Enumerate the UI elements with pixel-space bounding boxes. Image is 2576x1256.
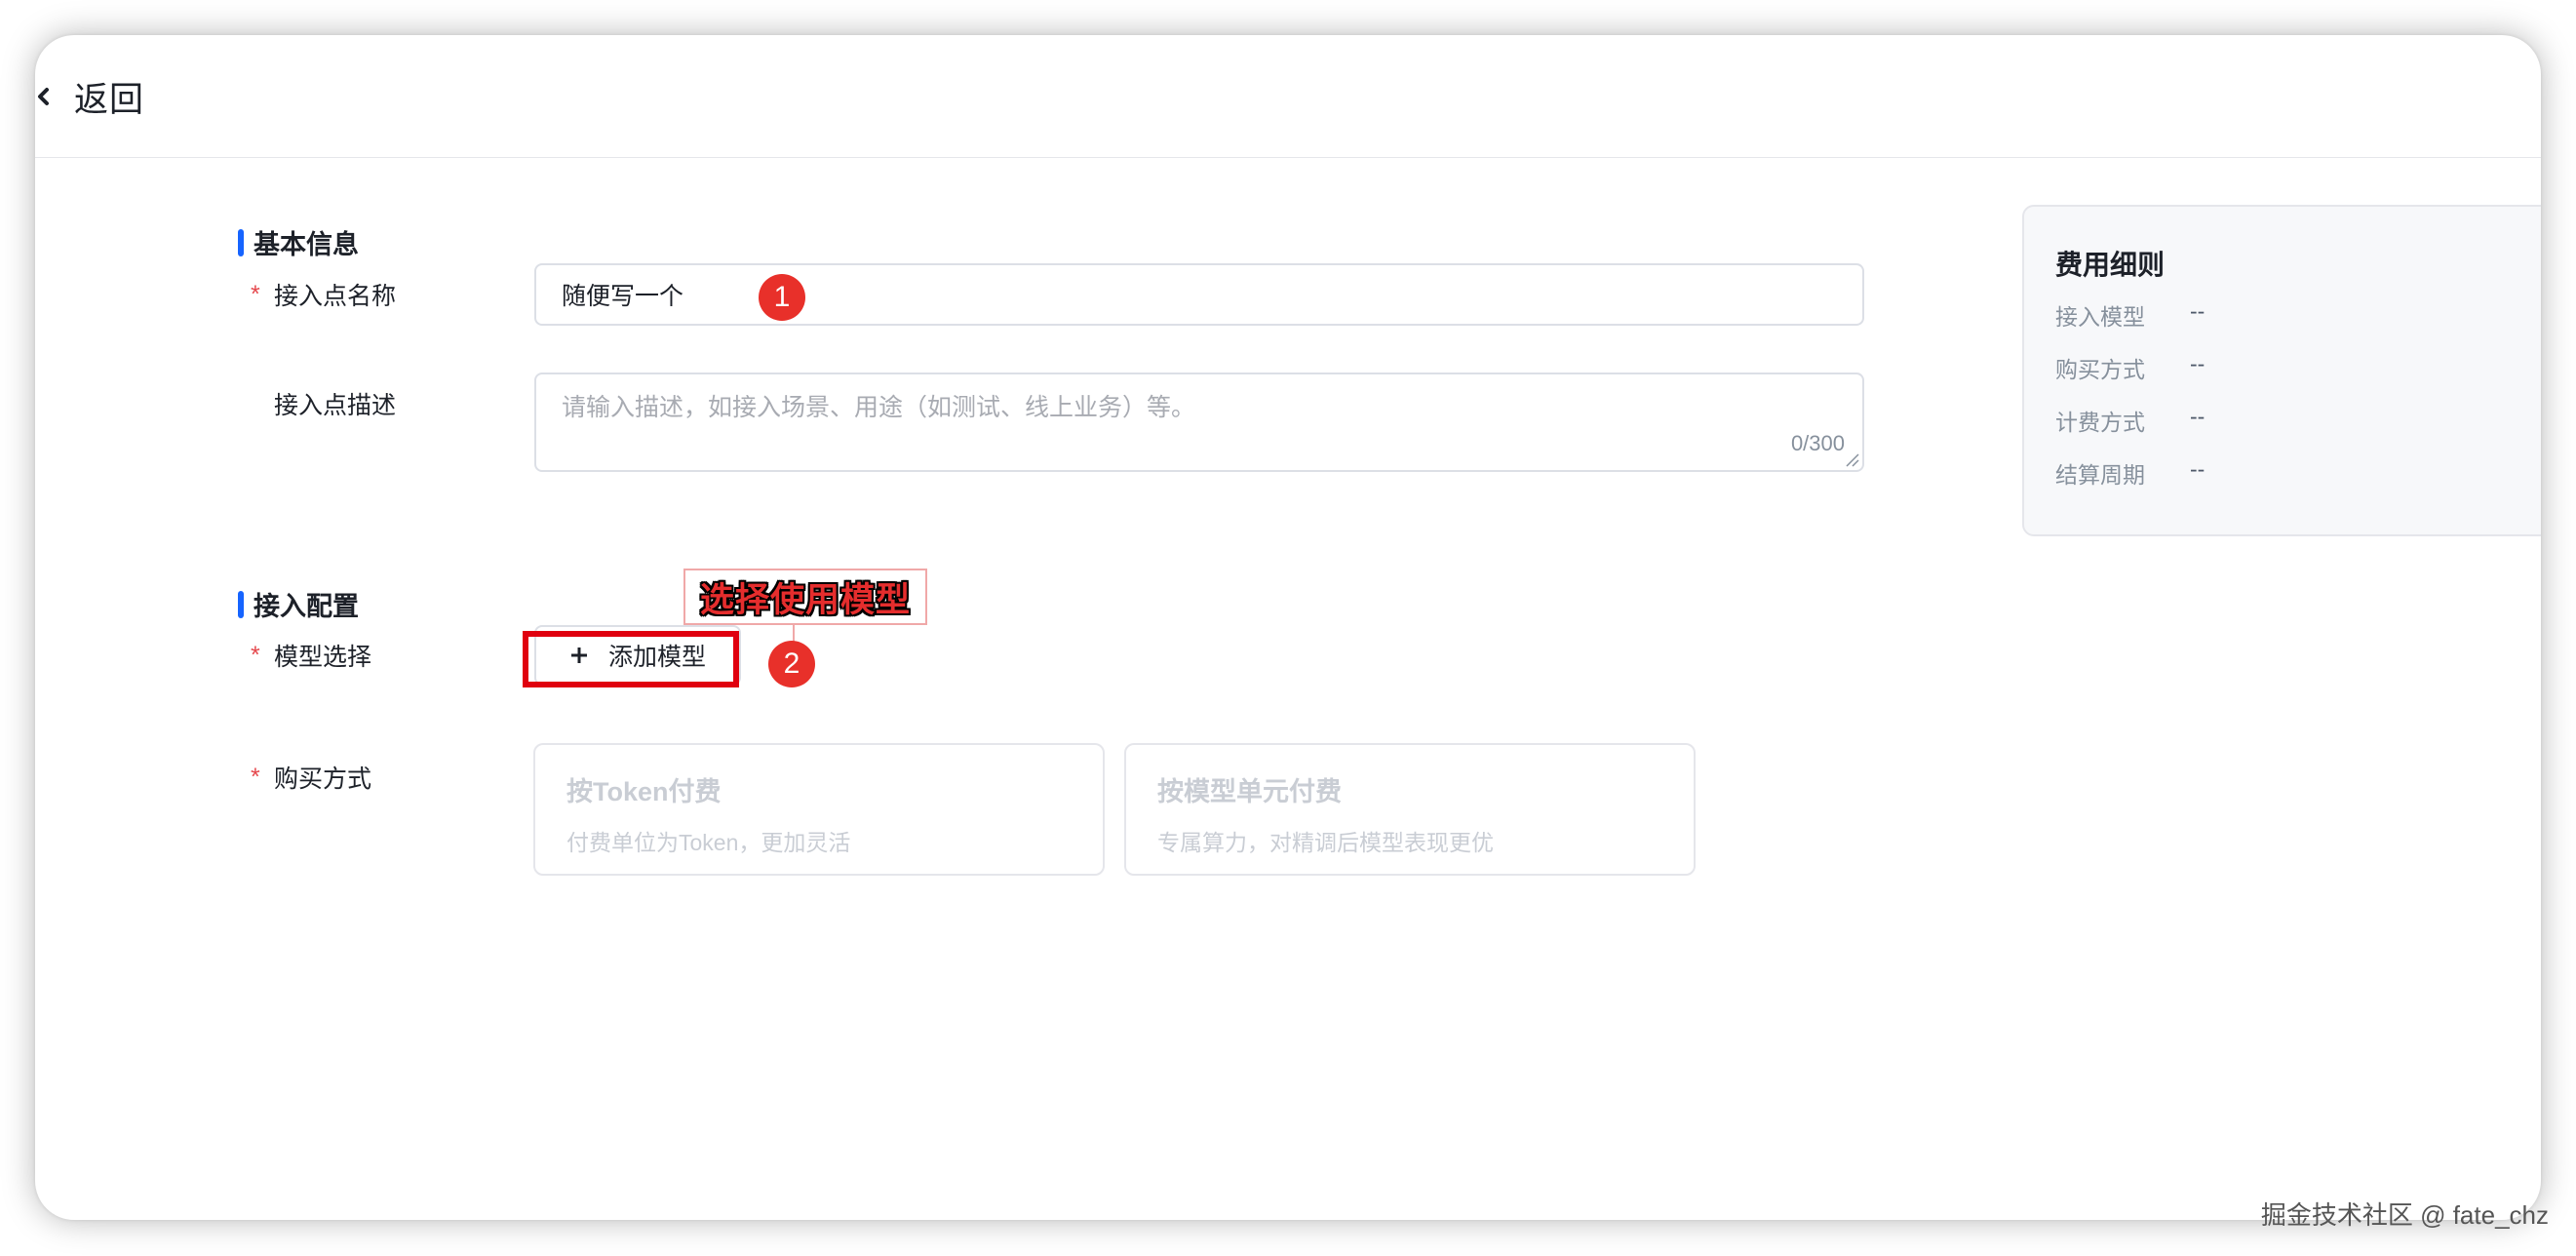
app-window: 返回 基本信息 * 接入点名称 随便写一个 1 接入点描述 请输入描述，如接入场…	[35, 35, 2541, 1220]
model-label-text: 模型选择	[274, 644, 372, 671]
annotation-step-2: 2	[768, 641, 815, 687]
fee-row: 结算周期 --	[2055, 456, 2205, 490]
fee-row-value: --	[2190, 298, 2205, 324]
back-button[interactable]: 返回	[35, 72, 144, 121]
annotation-callout: 选择使用模型	[683, 569, 927, 625]
purchase-label: * 购买方式	[251, 760, 372, 795]
annotation-step-1: 1	[759, 274, 805, 321]
fee-details-panel: 费用细则 接入模型 -- 购买方式 -- 计费方式 -- 结算周期 --	[2022, 205, 2541, 536]
fee-row-value: --	[2190, 351, 2205, 376]
fee-row: 接入模型 --	[2055, 298, 2205, 332]
section-access-config-title: 接入配置	[254, 592, 359, 621]
name-input-value: 随便写一个	[562, 283, 684, 310]
fee-row: 计费方式 --	[2055, 404, 2205, 437]
required-star: *	[251, 763, 260, 791]
section-accent-bar	[238, 590, 244, 618]
chevron-left-icon	[38, 88, 49, 105]
purchase-option-model-unit[interactable]: 按模型单元付费 专属算力，对精调后模型表现更优	[1124, 743, 1696, 876]
name-label-text: 接入点名称	[274, 283, 397, 310]
fee-row-label: 计费方式	[2055, 410, 2145, 435]
section-accent-bar	[238, 228, 244, 256]
purchase-label-text: 购买方式	[274, 765, 372, 793]
page-header: 返回	[35, 35, 2541, 158]
purchase-option-title: 按模型单元付费	[1157, 777, 1342, 806]
annotation-step-1-text: 1	[773, 281, 791, 313]
purchase-option-desc: 专属算力，对精调后模型表现更优	[1157, 830, 1494, 855]
purchase-option-desc: 付费单位为Token，更加灵活	[566, 830, 851, 855]
fee-row-value: --	[2190, 404, 2205, 429]
desc-placeholder: 请输入描述，如接入场景、用途（如测试、线上业务）等。	[562, 394, 1196, 421]
watermark: 掘金技术社区 @ fate_chz	[2260, 1200, 2549, 1230]
resize-handle-icon[interactable]	[1844, 451, 1859, 467]
fee-row: 购买方式 --	[2055, 351, 2205, 384]
annotation-callout-text: 选择使用模型	[699, 580, 911, 619]
desc-label-text: 接入点描述	[274, 392, 397, 419]
section-basic-info: 基本信息	[238, 223, 359, 261]
annotation-highlight-box	[523, 631, 739, 687]
back-label: 返回	[74, 80, 145, 119]
required-star: *	[251, 280, 260, 308]
fee-row-label: 结算周期	[2055, 462, 2145, 488]
section-basic-info-title: 基本信息	[254, 230, 359, 259]
fee-row-value: --	[2190, 456, 2205, 482]
desc-label: 接入点描述	[274, 386, 396, 421]
fee-row-label: 接入模型	[2055, 304, 2145, 330]
fee-details-title: 费用细则	[2055, 250, 2166, 280]
purchase-option-token[interactable]: 按Token付费 付费单位为Token，更加灵活	[533, 743, 1105, 876]
purchase-option-title: 按Token付费	[566, 777, 722, 806]
desc-textarea[interactable]: 请输入描述，如接入场景、用途（如测试、线上业务）等。 0/300	[534, 373, 1864, 472]
section-access-config: 接入配置	[238, 585, 359, 623]
fee-row-label: 购买方式	[2055, 357, 2145, 382]
desc-char-counter: 0/300	[1790, 431, 1845, 455]
annotation-step-2-text: 2	[783, 648, 800, 680]
name-input[interactable]: 随便写一个	[534, 263, 1864, 326]
model-label: * 模型选择	[251, 638, 372, 673]
required-star: *	[251, 641, 260, 669]
name-label: * 接入点名称	[251, 277, 397, 312]
